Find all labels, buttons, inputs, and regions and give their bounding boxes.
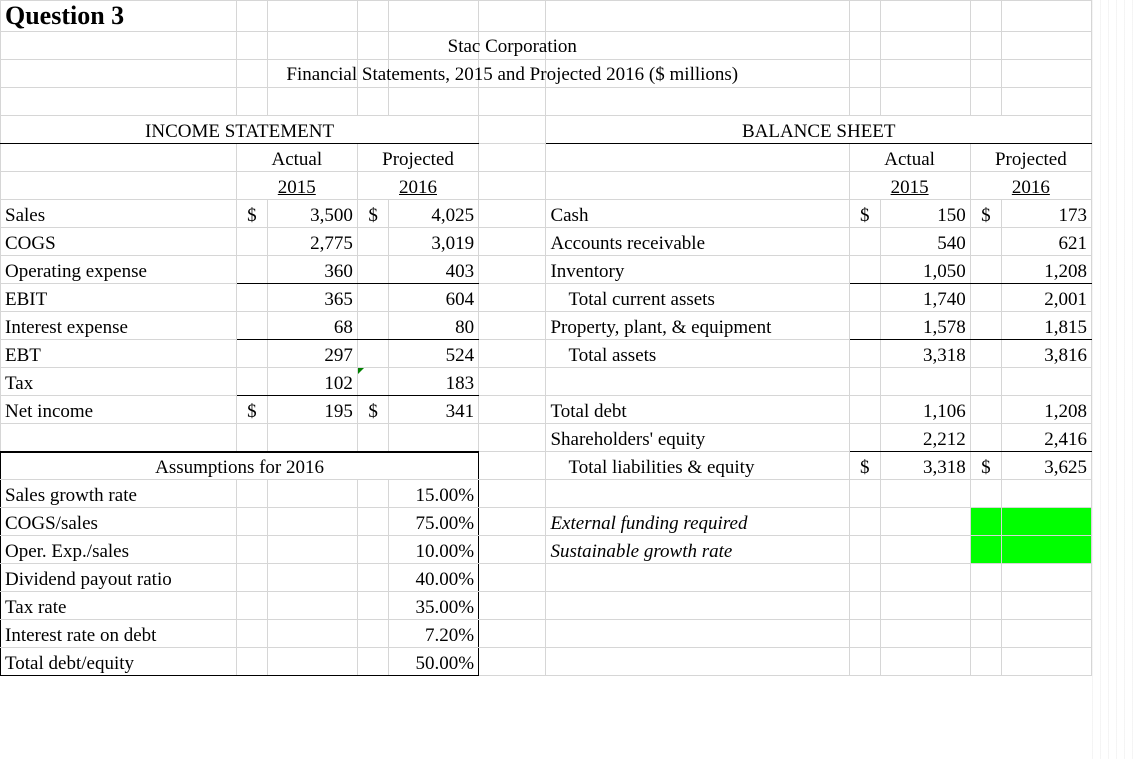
currency: $ — [970, 200, 1001, 228]
label-cogs: COGS — [1, 228, 237, 256]
efr-cell-val[interactable] — [1002, 508, 1092, 536]
label-intexp: Interest expense — [1, 312, 237, 340]
sheet-edge-decoration — [1092, 0, 1137, 759]
label-tax: Tax — [1, 368, 237, 396]
val-ar-p[interactable]: 621 — [1002, 228, 1092, 256]
error-indicator-icon — [358, 368, 364, 374]
assump-val[interactable]: 35.00% — [389, 592, 479, 620]
assump-val[interactable]: 40.00% — [389, 564, 479, 592]
val-ar-a[interactable]: 540 — [880, 228, 970, 256]
assump-val[interactable]: 15.00% — [389, 480, 479, 508]
label-ebt: EBT — [1, 340, 237, 368]
currency: $ — [849, 452, 880, 480]
balance-sheet-header: BALANCE SHEET — [546, 116, 1092, 144]
currency: $ — [357, 396, 388, 424]
val-intexp-a[interactable]: 68 — [268, 312, 358, 340]
col-projected-right: Projected — [970, 144, 1091, 172]
label-efr: External funding required — [546, 508, 849, 536]
sgr-cell-cur[interactable] — [970, 536, 1001, 564]
val-sales-a[interactable]: 3,500 — [268, 200, 358, 228]
label-tca: Total current assets — [546, 284, 849, 312]
label-se: Shareholders' equity — [546, 424, 849, 452]
val-ta-a[interactable]: 3,318 — [880, 340, 970, 368]
val-opex-p[interactable]: 403 — [389, 256, 479, 284]
label-sgr: Sustainable growth rate — [546, 536, 849, 564]
val-sales-p[interactable]: 4,025 — [389, 200, 479, 228]
label-tle: Total liabilities & equity — [546, 452, 849, 480]
assump-label: Sales growth rate — [1, 480, 237, 508]
currency: $ — [357, 200, 388, 228]
val-ppe-p[interactable]: 1,815 — [1002, 312, 1092, 340]
val-tca-a[interactable]: 1,740 — [880, 284, 970, 312]
label-cash: Cash — [546, 200, 849, 228]
assump-label: COGS/sales — [1, 508, 237, 536]
label-inv: Inventory — [546, 256, 849, 284]
val-cash-a[interactable]: 150 — [880, 200, 970, 228]
spreadsheet: Question 3 Stac Corporation Financial St… — [0, 0, 1092, 676]
val-inv-a[interactable]: 1,050 — [880, 256, 970, 284]
label-ppe: Property, plant, & equipment — [546, 312, 849, 340]
val-tca-p[interactable]: 2,001 — [1002, 284, 1092, 312]
efr-cell-cur[interactable] — [970, 508, 1001, 536]
val-ta-p[interactable]: 3,816 — [1002, 340, 1092, 368]
val-intexp-p[interactable]: 80 — [389, 312, 479, 340]
label-ta: Total assets — [546, 340, 849, 368]
col-projected-left: Projected — [357, 144, 478, 172]
assump-val[interactable]: 50.00% — [389, 648, 479, 676]
val-ebit-p[interactable]: 604 — [389, 284, 479, 312]
label-ar: Accounts receivable — [546, 228, 849, 256]
currency: $ — [849, 200, 880, 228]
year-2015-left: 2015 — [236, 172, 357, 200]
sgr-cell-val[interactable] — [1002, 536, 1092, 564]
val-se-p[interactable]: 2,416 — [1002, 424, 1092, 452]
currency: $ — [236, 200, 267, 228]
val-cash-p[interactable]: 173 — [1002, 200, 1092, 228]
year-2016-right: 2016 — [970, 172, 1091, 200]
col-actual-left: Actual — [236, 144, 357, 172]
val-tax-p[interactable]: 183 — [389, 368, 479, 396]
assump-label: Total debt/equity — [1, 648, 237, 676]
val-ebt-p[interactable]: 524 — [389, 340, 479, 368]
val-ebt-a[interactable]: 297 — [268, 340, 358, 368]
currency: $ — [236, 396, 267, 424]
year-2016-left: 2016 — [357, 172, 478, 200]
val-tle-p[interactable]: 3,625 — [1002, 452, 1092, 480]
label-ni: Net income — [1, 396, 237, 424]
currency: $ — [970, 452, 1001, 480]
assumptions-header: Assumptions for 2016 — [1, 452, 479, 480]
income-statement-header: INCOME STATEMENT — [1, 116, 479, 144]
assump-label: Dividend payout ratio — [1, 564, 237, 592]
assump-label: Oper. Exp./sales — [1, 536, 237, 564]
assump-val[interactable]: 7.20% — [389, 620, 479, 648]
val-cogs-p[interactable]: 3,019 — [389, 228, 479, 256]
val-se-a[interactable]: 2,212 — [880, 424, 970, 452]
label-sales: Sales — [1, 200, 237, 228]
assump-val[interactable]: 75.00% — [389, 508, 479, 536]
val-cogs-a[interactable]: 2,775 — [268, 228, 358, 256]
val-ni-a[interactable]: 195 — [268, 396, 358, 424]
label-td: Total debt — [546, 396, 849, 424]
val-tax-a[interactable]: 102 — [268, 368, 358, 396]
assump-label: Interest rate on debt — [1, 620, 237, 648]
label-ebit: EBIT — [1, 284, 237, 312]
val-td-p[interactable]: 1,208 — [1002, 396, 1092, 424]
label-opex: Operating expense — [1, 256, 237, 284]
val-ni-p[interactable]: 341 — [389, 396, 479, 424]
val-tle-a[interactable]: 3,318 — [880, 452, 970, 480]
assump-label: Tax rate — [1, 592, 237, 620]
val-ppe-a[interactable]: 1,578 — [880, 312, 970, 340]
val-inv-p[interactable]: 1,208 — [1002, 256, 1092, 284]
val-td-a[interactable]: 1,106 — [880, 396, 970, 424]
page-title: Question 3 — [1, 1, 237, 32]
col-actual-right: Actual — [849, 144, 970, 172]
val-opex-a[interactable]: 360 — [268, 256, 358, 284]
assump-val[interactable]: 10.00% — [389, 536, 479, 564]
year-2015-right: 2015 — [849, 172, 970, 200]
val-ebit-a[interactable]: 365 — [268, 284, 358, 312]
